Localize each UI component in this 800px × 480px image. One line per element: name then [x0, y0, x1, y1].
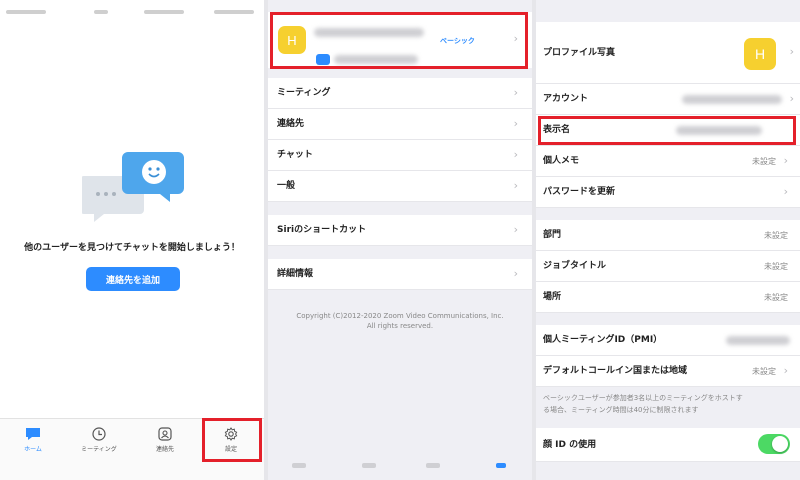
change-password-label: パスワードを更新 [543, 187, 616, 197]
tab-meetings[interactable]: ミーティング [66, 419, 132, 480]
menu-item-siri-shortcuts[interactable]: Siriのショートカット › [268, 215, 532, 246]
clock-icon [92, 427, 106, 441]
account-row[interactable]: アカウント › [536, 84, 800, 115]
change-password-row[interactable]: パスワードを更新 › [536, 177, 800, 208]
plan-badge: ベーシック [440, 37, 475, 45]
location-label: 場所 [543, 292, 562, 302]
default-callin-row[interactable]: デフォルトコールイン国または地域 未設定 › [536, 356, 800, 387]
profile-photo-label: プロファイル写真 [543, 48, 616, 58]
department-row[interactable]: 部門 未設定 [536, 220, 800, 251]
note-line: ベーシックユーザーが参加者3名以上のミーティングをホストす [543, 394, 743, 402]
tab-bar-hint [426, 463, 440, 468]
job-title-label: ジョブタイトル [543, 261, 607, 271]
avatar: H [278, 26, 306, 54]
personal-note-value: 未設定 [752, 157, 776, 166]
chevron-right-icon: › [513, 179, 518, 192]
personal-note-label: 個人メモ [543, 156, 580, 166]
chevron-right-icon: › [789, 92, 794, 105]
redacted-pmi [726, 336, 790, 345]
tab-home[interactable]: ホーム [0, 419, 66, 480]
department-value: 未設定 [764, 231, 788, 240]
empty-chat-message: 他のユーザーを見つけてチャットを開始しましょう！ [24, 243, 240, 253]
menu-item-label: ミーティング [277, 88, 331, 98]
default-callin-value: 未設定 [752, 367, 776, 376]
tab-meetings-label: ミーティング [81, 446, 117, 453]
chevron-right-icon: › [513, 148, 518, 161]
chevron-right-icon: › [783, 364, 788, 377]
redacted-display-name [676, 126, 762, 135]
chevron-right-icon: › [783, 185, 788, 198]
status-bar [0, 10, 264, 16]
pmi-label: 個人ミーティングID（PMI） [543, 335, 663, 345]
contacts-icon [158, 427, 172, 441]
location-value: 未設定 [764, 293, 788, 302]
settings-screen: H ベーシック › ミーティング › 連絡先 › チャット › 一般 › Sir… [268, 0, 532, 480]
gear-icon [224, 427, 238, 441]
add-contact-button[interactable]: 連絡先を追加 [86, 267, 180, 291]
menu-item-chat[interactable]: チャット › [268, 140, 532, 171]
copyright-line: All rights reserved. [366, 322, 434, 330]
chevron-right-icon: › [513, 267, 518, 280]
menu-item-label: 詳細情報 [277, 269, 314, 279]
redacted-email [334, 55, 418, 64]
tab-settings-label: 設定 [224, 446, 237, 453]
copyright-text: Copyright (C)2012-2020 Zoom Video Commun… [268, 311, 532, 331]
home-screen: 他のユーザーを見つけてチャットを開始しましょう！ 連絡先を追加 ホーム ミーティ… [0, 0, 264, 480]
chevron-right-icon: › [513, 117, 518, 130]
tab-settings[interactable]: 設定 [198, 419, 264, 480]
chevron-right-icon: › [513, 32, 518, 45]
department-label: 部門 [543, 230, 562, 240]
job-title-value: 未設定 [764, 262, 788, 271]
menu-item-contacts[interactable]: 連絡先 › [268, 109, 532, 140]
profile-photo-row[interactable]: プロファイル写真 H › [536, 22, 800, 84]
location-row[interactable]: 場所 未設定 [536, 282, 800, 313]
tab-bar-hint [292, 463, 306, 468]
face-id-label: 顔 ID の使用 [543, 440, 597, 450]
basic-user-note: ベーシックユーザーが参加者3名以上のミーティングをホストす る場合、ミーティング… [543, 392, 793, 416]
avatar: H [744, 38, 776, 70]
display-name-row[interactable]: 表示名 [536, 115, 800, 146]
menu-item-label: 一般 [277, 181, 296, 191]
menu-item-label: チャット [277, 150, 313, 160]
chevron-right-icon: › [789, 45, 794, 58]
job-title-row[interactable]: ジョブタイトル 未設定 [536, 251, 800, 282]
profile-screen: プロファイル写真 H › アカウント › 表示名 個人メモ 未設定 › パスワー… [536, 0, 800, 480]
redacted-name [314, 28, 424, 37]
video-icon [316, 54, 330, 65]
menu-item-meetings[interactable]: ミーティング › [268, 78, 532, 109]
bottom-tab-bar: ホーム ミーティング 連絡先 設定 [0, 418, 264, 480]
redacted-account [682, 95, 782, 104]
tab-bar-hint [362, 463, 376, 468]
account-label: アカウント [543, 94, 589, 104]
profile-row[interactable]: H ベーシック › [268, 12, 532, 68]
note-line: る場合、ミーティング時間は40分に制限されます [543, 406, 699, 414]
copyright-line: Copyright (C)2012-2020 Zoom Video Commun… [296, 312, 504, 320]
pmi-row[interactable]: 個人ミーティングID（PMI） [536, 325, 800, 356]
personal-note-row[interactable]: 個人メモ 未設定 › [536, 146, 800, 177]
default-callin-label: デフォルトコールイン国または地域 [543, 366, 688, 376]
menu-item-label: 連絡先 [277, 119, 305, 129]
chevron-right-icon: › [783, 154, 788, 167]
chat-bubbles-illustration [82, 152, 184, 222]
tab-contacts[interactable]: 連絡先 [132, 419, 198, 480]
tab-bar-hint [496, 463, 506, 468]
chevron-right-icon: › [513, 86, 518, 99]
display-name-label: 表示名 [543, 125, 571, 135]
tab-contacts-label: 連絡先 [155, 446, 174, 453]
menu-item-label: Siriのショートカット [277, 225, 367, 235]
chat-icon [26, 428, 40, 440]
face-id-toggle[interactable] [758, 434, 790, 454]
menu-item-general[interactable]: 一般 › [268, 171, 532, 202]
menu-item-about[interactable]: 詳細情報 › [268, 259, 532, 290]
chevron-right-icon: › [513, 223, 518, 236]
tab-home-label: ホーム [24, 446, 42, 453]
